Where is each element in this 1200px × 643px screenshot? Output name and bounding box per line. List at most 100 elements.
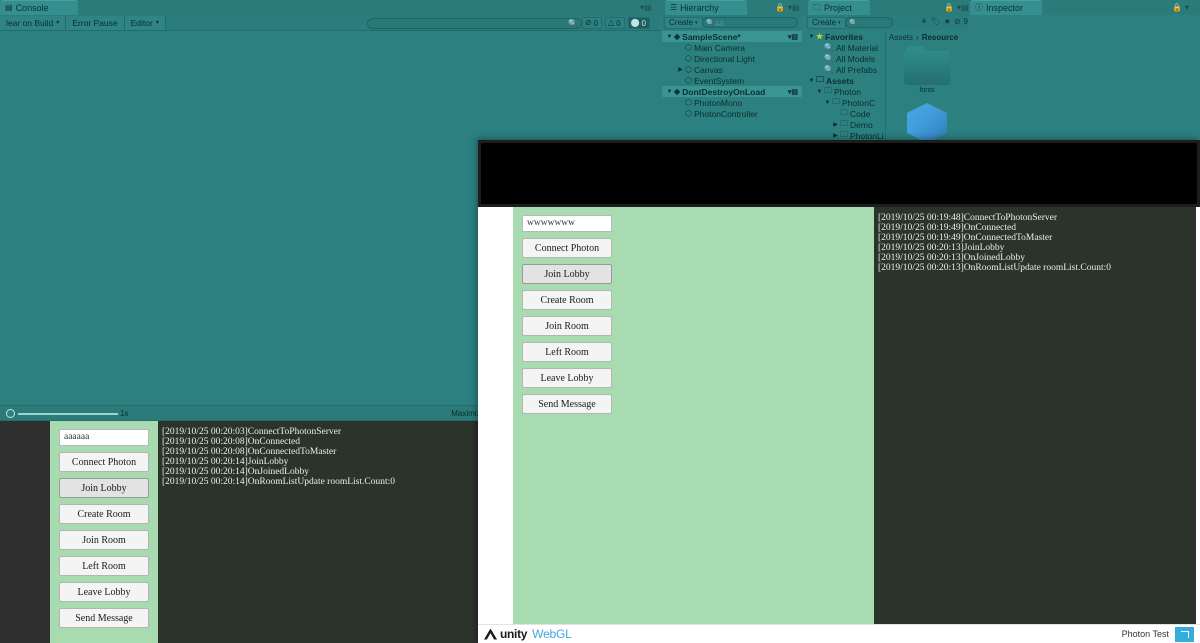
project-search-input[interactable]: 🔍 (845, 17, 893, 28)
connect-photon-button[interactable]: Connect Photon (522, 238, 612, 258)
scale-slider-knob[interactable] (6, 409, 15, 418)
project-tree[interactable]: ▼ ★ Favorites 🔍 All Material 🔍 All Models 🔍 All … (805, 31, 885, 143)
chevron-down-icon[interactable]: ▼ (823, 100, 832, 106)
project-row[interactable]: ▼ 🗀 Photon (805, 86, 885, 97)
hierarchy-row[interactable]: ▼ ◈ DontDestroyOnLoad ▾▤ (662, 86, 802, 97)
send-message-button[interactable]: Send Message (59, 608, 149, 628)
filter-icon[interactable]: ⚘ (920, 17, 927, 26)
hierarchy-row[interactable]: ⬡ Main Camera (662, 42, 802, 53)
left-room-button[interactable]: Left Room (522, 342, 612, 362)
chevron-right-icon[interactable]: ▶ (676, 66, 685, 73)
hierarchy-row[interactable]: ▶ ⬡ Canvas (662, 64, 802, 75)
error-counter[interactable]: ⊘ 0 (581, 17, 602, 29)
error-count: 0 (593, 18, 598, 28)
send-message-button[interactable]: Send Message (522, 394, 612, 414)
hierarchy-row[interactable]: ⬡ PhotonController (662, 108, 802, 119)
unity-logo-text: unity (500, 627, 528, 641)
breadcrumb-resource[interactable]: Resource (922, 33, 958, 42)
folder-icon: 🗀 (832, 96, 840, 106)
warning-counter[interactable]: △ 0 (604, 17, 625, 29)
project-asset-grid[interactable]: Assets › Resource fonts (885, 31, 970, 143)
join-room-button[interactable]: Join Room (522, 316, 612, 336)
chevron-down-icon[interactable]: ▼ (665, 34, 674, 40)
breadcrumb[interactable]: Assets › Resource (886, 31, 970, 43)
project-create-button[interactable]: Create (807, 16, 846, 29)
row-menu-icon[interactable]: ▾▤ (788, 88, 798, 96)
tab-console[interactable]: ▤ Console (0, 0, 78, 15)
row-menu-icon[interactable]: ▾▤ (788, 33, 798, 41)
chevron-down-icon[interactable]: ▼ (665, 89, 674, 95)
front-log-box[interactable]: [2019/10/25 00:19:48]ConnectToPhotonServ… (874, 207, 1196, 624)
info-counter[interactable]: ⬤ 0 (627, 17, 650, 29)
panel-menu-icon: ▾▤ (956, 3, 969, 12)
search-icon: 🔍 (824, 43, 834, 52)
chevron-right-icon[interactable]: ▶ (831, 132, 840, 139)
asset-tile-label: fonts (919, 87, 935, 94)
fullscreen-button[interactable] (1175, 626, 1194, 642)
breadcrumb-assets[interactable]: Assets (889, 33, 913, 42)
game-view-toolbar: 1x Maximize (0, 405, 490, 421)
join-room-button[interactable]: Join Room (59, 530, 149, 550)
hierarchy-row-label: Directional Light (693, 53, 755, 64)
chevron-right-icon[interactable]: ▶ (831, 121, 840, 128)
asset-tile-fonts[interactable]: fonts (901, 46, 953, 94)
search-icon: 🔍 (824, 54, 834, 63)
project-panel-menu[interactable]: 🔒 ▾▤ (944, 2, 969, 13)
log-line: [2019/10/25 00:20:14]OnJoinedLobby (162, 467, 309, 477)
hierarchy-tree[interactable]: ▼ ◈ SampleScene* ▾▤ ⬡ Main Camera ⬡ Directional… (662, 31, 802, 143)
back-log-box[interactable]: [2019/10/25 00:20:03]ConnectToPhotonServ… (158, 421, 475, 643)
console-panel-menu[interactable]: ▾▤ (640, 2, 652, 13)
star-icon[interactable]: ★ (944, 17, 951, 26)
browser-window: wwwwwww Connect Photon Join Lobby Create Ro… (478, 140, 1200, 643)
create-room-button[interactable]: Create Room (522, 290, 612, 310)
hierarchy-panel-menu[interactable]: 🔒 ▾▤ (775, 2, 800, 13)
error-pause-button[interactable]: Error Pause (66, 15, 125, 30)
player-name-input[interactable]: aaaaaa (59, 429, 149, 446)
hierarchy-row-label: PhotonMono (693, 97, 743, 108)
hierarchy-search-input[interactable]: 🔍 All (702, 17, 798, 28)
chevron-down-icon[interactable]: ▼ (807, 78, 816, 84)
hierarchy-row[interactable]: ⬡ EventSystem (662, 75, 802, 86)
clear-on-build-button[interactable]: lear on Build (0, 15, 67, 30)
build-title: Photon Test (1121, 629, 1169, 639)
hierarchy-panel: Create 🔍 All ▼◈SampleScene*▾▤⬡Main Camer… (662, 15, 802, 143)
scale-slider-track[interactable] (18, 413, 118, 415)
hierarchy-row[interactable]: ⬡ PhotonMono (662, 97, 802, 108)
editor-dropdown-button[interactable]: Editor (124, 15, 166, 30)
log-line: [2019/10/25 00:20:08]OnConnectedToMaster (162, 447, 337, 457)
tab-project[interactable]: 🗀 Project (808, 0, 870, 15)
left-room-button[interactable]: Left Room (59, 556, 149, 576)
label-icon[interactable]: 🏷 (931, 17, 941, 26)
tab-hierarchy[interactable]: ☰ Hierarchy (665, 0, 747, 15)
inspector-panel-menu[interactable]: 🔒 ▾ (1172, 2, 1189, 13)
unity-webgl-footer: unity WebGL Photon Test (478, 624, 1200, 643)
console-search-input[interactable]: 🔍 (367, 18, 582, 29)
back-game-panel: aaaaaa Connect Photon Join Lobby Create Roo… (50, 421, 475, 643)
hidden-icon[interactable]: ⊘ (954, 17, 961, 26)
project-row[interactable]: ▼ 🗀 Assets (805, 75, 885, 86)
project-row[interactable]: 🔍 All Models (805, 53, 885, 64)
hierarchy-row[interactable]: ▼ ◈ SampleScene* ▾▤ (662, 31, 802, 42)
tab-console-label: Console (15, 3, 49, 13)
player-name-input[interactable]: wwwwwww (522, 215, 612, 232)
project-toolbar: Create 🔍 ⚘ 🏷 ★ ⊘ 9 (805, 15, 970, 30)
chevron-right-icon: › (916, 32, 919, 42)
join-lobby-button[interactable]: Join Lobby (59, 478, 149, 498)
project-row[interactable]: ▼ ★ Favorites (805, 31, 885, 42)
hierarchy-row[interactable]: ⬡ Directional Light (662, 53, 802, 64)
connect-photon-button[interactable]: Connect Photon (59, 452, 149, 472)
tab-inspector[interactable]: ⓘ Inspector (970, 0, 1042, 15)
game-view[interactable] (0, 275, 490, 403)
hierarchy-create-button[interactable]: Create (664, 16, 703, 29)
create-room-button[interactable]: Create Room (59, 504, 149, 524)
leave-lobby-button[interactable]: Leave Lobby (59, 582, 149, 602)
tab-project-label: Project (824, 3, 853, 13)
project-row[interactable]: 🔍 All Material (805, 42, 885, 53)
back-control-column: aaaaaa Connect Photon Join Lobby Create Roo… (50, 421, 158, 643)
chevron-down-icon[interactable]: ▼ (807, 34, 816, 40)
asset-tile-prefab[interactable] (901, 97, 953, 143)
search-icon: 🔍 (849, 20, 858, 27)
chevron-down-icon[interactable]: ▼ (815, 89, 824, 95)
join-lobby-button[interactable]: Join Lobby (522, 264, 612, 284)
leave-lobby-button[interactable]: Leave Lobby (522, 368, 612, 388)
